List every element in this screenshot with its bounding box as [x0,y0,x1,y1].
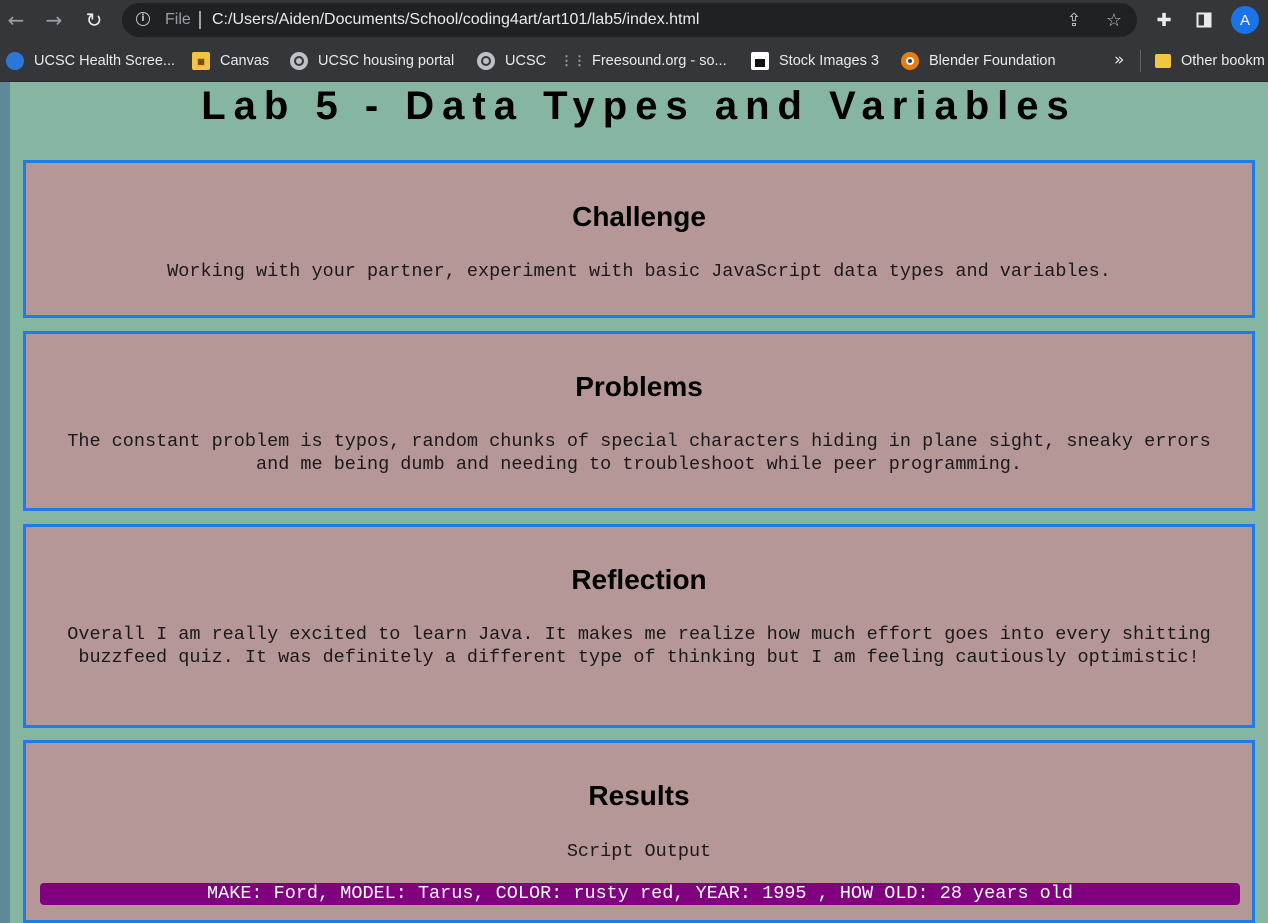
other-bookmarks[interactable]: Other bookm [1155,51,1265,71]
bookmark-label: UCSC [505,53,547,69]
forward-arrow-icon[interactable]: → [40,6,68,34]
web-page: Lab 5 - Data Types and Variables Challen… [0,82,1268,923]
results-heading: Results [588,780,690,811]
profile-avatar[interactable]: A [1231,6,1259,34]
challenge-heading: Challenge [572,201,706,232]
stock-images-icon [751,52,769,70]
more-bookmarks-button[interactable]: » [1114,50,1124,70]
side-panel-icon[interactable] [1191,7,1217,33]
bookmark-ucsc-housing[interactable]: UCSC housing portal [290,51,454,71]
script-output: MAKE: Ford, MODEL: Tarus, COLOR: rusty r… [40,883,1240,905]
bookmark-canvas[interactable]: ▦ Canvas [192,51,269,71]
problems-text: The constant problem is typos, random ch… [67,431,1211,475]
bookmarks-bar: UCSC Health Scree... ▦ Canvas UCSC housi… [0,40,1268,82]
reflection-heading: Reflection [571,564,707,595]
canvas-icon: ▦ [192,52,210,70]
challenge-section: Challenge Working with your partner, exp… [23,160,1255,318]
results-section: Results Script Output MAKE: Ford, MODEL:… [23,740,1255,923]
page-title: Lab 5 - Data Types and Variables [201,84,1077,128]
address-separator [199,11,201,29]
reflection-text: Overall I am really excited to learn Jav… [67,624,1211,668]
ucsc-globe-icon [6,52,24,70]
bookmark-blender[interactable]: Blender Foundation [901,51,1056,71]
reflection-section: Reflection Overall I am really excited t… [23,524,1255,728]
star-icon[interactable]: ☆ [1103,9,1125,31]
results-subtitle: Script Output [566,841,712,862]
bookmark-label: Canvas [220,53,270,69]
extensions-puzzle-icon[interactable]: ✚ [1151,7,1177,33]
bookmark-label: Blender Foundation [929,53,1056,69]
folder-icon [1155,54,1171,68]
bookmark-label: UCSC housing portal [318,53,455,69]
address-bar[interactable]: i File C:/Users/Aiden/Documents/School/c… [122,3,1137,37]
bookmark-label: Stock Images 3 [779,53,879,69]
info-icon[interactable]: i [136,12,150,26]
problems-heading: Problems [575,371,703,402]
bookmark-label: Freesound.org - so... [592,53,727,69]
bookmark-ucsc-health[interactable]: UCSC Health Scree... [6,51,175,71]
back-arrow-icon[interactable]: ← [2,6,30,34]
url-text[interactable]: C:/Users/Aiden/Documents/School/coding4a… [212,11,699,29]
share-icon[interactable]: ⇪ [1063,9,1085,31]
freesound-icon: ⋮⋮ [560,53,586,68]
page-left-strip [0,82,10,923]
bookmark-stock-images[interactable]: Stock Images 3 [751,51,879,71]
challenge-text: Working with your partner, experiment wi… [167,261,1111,282]
blender-icon [901,52,919,70]
other-bookmarks-label: Other bookm [1181,53,1265,69]
bookmark-label: UCSC Health Scree... [34,53,176,69]
globe-icon [290,52,308,70]
browser-toolbar: ← → ↻ i File C:/Users/Aiden/Documents/Sc… [0,0,1268,40]
reload-icon[interactable]: ↻ [80,6,108,34]
bookmark-freesound[interactable]: ⋮⋮ Freesound.org - so... [560,51,727,71]
bookmarks-divider [1140,50,1141,72]
file-scheme-label: File [165,11,191,28]
bookmark-ucsc[interactable]: UCSC [477,51,546,71]
globe-icon [477,52,495,70]
problems-section: Problems The constant problem is typos, … [23,331,1255,511]
